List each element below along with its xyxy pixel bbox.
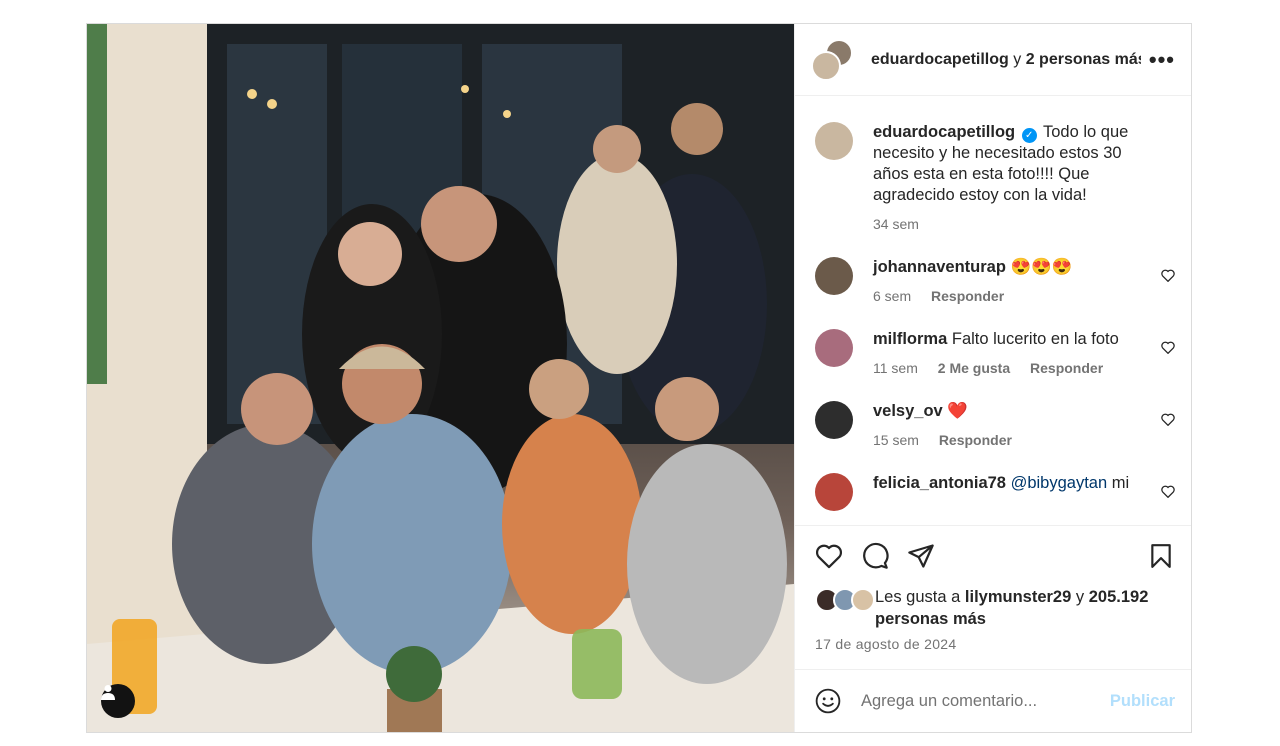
- caption: eduardocapetillog ✓ Todo lo que necesito…: [815, 122, 1175, 235]
- comment-item: milflorma Falto lucerito en la foto 11 s…: [815, 329, 1175, 379]
- share-icon: [908, 544, 934, 568]
- comments-list[interactable]: eduardocapetillog ✓ Todo lo que necesito…: [795, 96, 1191, 526]
- post-header: eduardocapetillog y 2 personas más •••: [795, 24, 1191, 96]
- reply-button[interactable]: Responder: [931, 288, 1004, 304]
- avatar: [811, 50, 841, 81]
- comment-item: felicia_antonia78 @bibygaytan mi: [815, 473, 1175, 511]
- post-date[interactable]: 17 de agosto de 2024: [795, 630, 1191, 652]
- heart-icon[interactable]: [1161, 413, 1175, 426]
- avatar: [851, 588, 875, 612]
- comment-username[interactable]: milflorma: [873, 330, 947, 348]
- comment-time[interactable]: 11 sem: [873, 360, 918, 376]
- more-horizontal-icon[interactable]: •••: [1149, 47, 1175, 73]
- heart-icon[interactable]: [1161, 341, 1175, 354]
- header-conj: y: [1013, 50, 1022, 68]
- caption-time[interactable]: 34 sem: [873, 216, 919, 232]
- comment-username[interactable]: johannaventurap: [873, 258, 1006, 276]
- author-username[interactable]: eduardocapetillog: [871, 51, 1009, 68]
- avatar[interactable]: [815, 473, 853, 511]
- heart-icon[interactable]: [1161, 485, 1175, 498]
- avatar[interactable]: [815, 401, 853, 439]
- likes-prefix: Les gusta a: [875, 588, 961, 606]
- emoji-button[interactable]: [815, 688, 841, 714]
- likes-summary: Les gusta a lilymunster29 y 205.192 pers…: [795, 586, 1191, 630]
- emoji-icon: [815, 688, 841, 714]
- photo-illustration: [87, 24, 794, 732]
- action-bar: [795, 526, 1191, 586]
- comment-text: Falto lucerito en la foto: [951, 330, 1119, 348]
- comment-item: velsy_ov ❤️ 15 sem Responder: [815, 401, 1175, 451]
- tag-icon[interactable]: [101, 684, 135, 718]
- caption-username[interactable]: eduardocapetillog: [873, 123, 1015, 141]
- likes-user[interactable]: lilymunster29: [965, 588, 1071, 606]
- avatar[interactable]: [815, 122, 853, 160]
- avatar[interactable]: [815, 329, 853, 367]
- likes-conj: y: [1075, 588, 1085, 606]
- heart-icon: [816, 544, 842, 569]
- verified-icon: ✓: [1021, 128, 1037, 143]
- save-button[interactable]: [1149, 543, 1173, 569]
- likes-text[interactable]: Les gusta a lilymunster29 y 205.192 pers…: [875, 586, 1173, 630]
- comment-mention[interactable]: @bibygaytan: [1011, 474, 1108, 492]
- post-side-panel: eduardocapetillog y 2 personas más ••• e…: [794, 24, 1191, 732]
- user-tag-icon: [101, 685, 115, 700]
- publish-button[interactable]: Publicar: [1110, 692, 1175, 711]
- comment-username[interactable]: felicia_antonia78: [873, 474, 1006, 492]
- comment-text: ❤️: [947, 402, 968, 420]
- post-photo[interactable]: [87, 24, 794, 732]
- comment-likes[interactable]: 2 Me gusta: [938, 360, 1010, 376]
- reply-button[interactable]: Responder: [939, 432, 1012, 448]
- liker-avatars: [815, 588, 875, 612]
- comment-button[interactable]: [861, 542, 889, 570]
- comment-username[interactable]: velsy_ov: [873, 402, 943, 420]
- header-avatars[interactable]: [811, 38, 853, 81]
- comment-icon: [863, 542, 889, 569]
- heart-icon[interactable]: [1161, 269, 1175, 282]
- header-others[interactable]: 2 personas más: [1026, 51, 1141, 68]
- like-button[interactable]: [815, 543, 843, 569]
- comment-time[interactable]: 6 sem: [873, 288, 911, 304]
- comment-item: johannaventurap 😍😍😍 6 sem Responder: [815, 257, 1175, 307]
- post-dialog: eduardocapetillog y 2 personas más ••• e…: [86, 23, 1192, 733]
- avatar[interactable]: [815, 257, 853, 295]
- comment-input[interactable]: [859, 690, 1110, 712]
- comment-time[interactable]: 15 sem: [873, 432, 919, 448]
- reply-button[interactable]: Responder: [1030, 360, 1103, 376]
- comment-text: 😍😍😍: [1010, 258, 1073, 276]
- share-button[interactable]: [907, 543, 935, 569]
- bookmark-icon: [1151, 544, 1171, 568]
- header-title[interactable]: eduardocapetillog y 2 personas más: [871, 51, 1141, 69]
- comment-composer: Publicar: [795, 669, 1191, 732]
- comment-text: mi: [1111, 474, 1130, 492]
